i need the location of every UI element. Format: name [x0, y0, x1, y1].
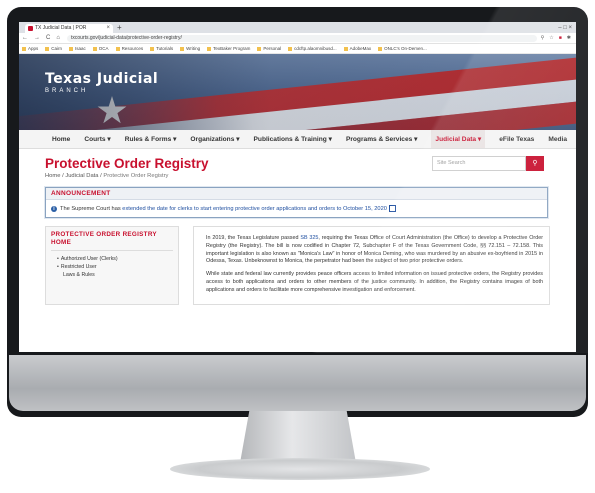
nav-organizations[interactable]: Organizations ▾	[190, 135, 239, 143]
page-title: Protective Order Registry	[45, 156, 209, 171]
paragraph-text: In 2019, the Texas Legislature passed	[206, 235, 301, 241]
sidebar-list: Authorized User (Clerks) Restricted User	[51, 255, 173, 271]
bookmarks-bar: Apps Cairn Isaac OCA Resources Tutorials…	[19, 44, 576, 54]
nav-efile-texas[interactable]: eFile Texas	[499, 136, 534, 143]
nav-programs-services[interactable]: Programs & Services ▾	[346, 135, 417, 143]
sidebar-item-restricted-user[interactable]: Restricted User	[57, 263, 173, 271]
window-controls[interactable]: – □ ×	[558, 23, 576, 33]
search-icon: ⚲	[532, 160, 538, 167]
paragraph-2: While state and federal law currently pr…	[206, 271, 543, 293]
sb325-link[interactable]: SB 325	[300, 235, 318, 241]
monitor-stand-neck	[240, 411, 356, 463]
folder-icon	[45, 46, 50, 51]
folder-icon	[92, 46, 97, 51]
address-bar-row: ← → C ⌂ txcourts.gov/judicial-data/prote…	[19, 33, 576, 44]
info-icon: i	[51, 206, 57, 212]
announcement-heading: ANNOUNCEMENT	[46, 188, 547, 200]
nav-home[interactable]: Home	[52, 136, 70, 143]
bookmark-item[interactable]: cdcftp.alaomnibusd...	[288, 46, 337, 51]
breadcrumb-judicial-data[interactable]: Judicial Data	[65, 173, 98, 179]
tab-bar: TX Judicial Data | POR × + – □ ×	[19, 22, 576, 33]
folder-icon	[22, 46, 26, 51]
content-columns: PROTECTIVE ORDER REGISTRY HOME Authorize…	[45, 226, 550, 305]
site-logo[interactable]: Texas Judicial BRANCH	[45, 71, 158, 94]
site-search: Site Search ⚲	[432, 156, 544, 171]
folder-icon	[288, 46, 293, 51]
bookmark-item[interactable]: AdobeMax	[343, 46, 371, 51]
browser-tab[interactable]: TX Judicial Data | POR ×	[25, 24, 113, 33]
site-logo-subtitle: BRANCH	[45, 88, 89, 94]
bookmark-item[interactable]: Apps	[22, 46, 38, 51]
bookmark-item[interactable]: ONLC's On-Demen...	[378, 46, 427, 51]
breadcrumb: Home / Judicial Data / Protective Order …	[45, 173, 550, 179]
breadcrumb-current: Protective Order Registry	[103, 173, 169, 179]
reload-icon[interactable]: C	[43, 35, 53, 41]
tab-title: TX Judicial Data | POR	[35, 25, 87, 31]
nav-rules-forms[interactable]: Rules & Forms ▾	[125, 135, 177, 143]
title-row: Protective Order Registry Site Search ⚲	[45, 156, 550, 171]
main-navigation: Home Courts ▾ Rules & Forms ▾ Organizati…	[19, 130, 576, 149]
folder-icon	[150, 46, 155, 51]
favicon-icon	[28, 26, 33, 31]
site-header-banner: Texas Judicial BRANCH	[19, 54, 576, 130]
external-link-icon	[388, 205, 396, 212]
bookmark-item[interactable]: OCA	[92, 46, 109, 51]
breadcrumb-home[interactable]: Home	[45, 173, 60, 179]
announcement-text: The Supreme Court has	[60, 206, 123, 212]
folder-icon	[69, 46, 74, 51]
sidebar-heading[interactable]: PROTECTIVE ORDER REGISTRY HOME	[51, 231, 173, 251]
back-icon[interactable]: ←	[19, 35, 31, 41]
new-tab-button[interactable]: +	[117, 23, 122, 33]
home-icon[interactable]: ⌂	[53, 35, 63, 41]
folder-icon	[257, 46, 262, 51]
sidebar-item-laws-rules[interactable]: Laws & Rules	[51, 271, 173, 279]
bookmark-item[interactable]: Isaac	[69, 46, 86, 51]
star-icon[interactable]: ☆	[549, 35, 553, 41]
bookmark-item[interactable]: TexBaker Program	[207, 46, 250, 51]
bookmark-item[interactable]: Writing	[180, 46, 200, 51]
close-tab-icon[interactable]: ×	[106, 24, 110, 33]
monitor-chin	[9, 355, 586, 411]
zoom-icon[interactable]: ⚲	[541, 35, 545, 41]
puzzle-icon[interactable]: ✱	[567, 35, 571, 41]
announcement-body: i The Supreme Court has extended the date…	[46, 200, 547, 217]
nav-media[interactable]: Media	[548, 136, 567, 143]
browser-window: TX Judicial Data | POR × + – □ × ← → C ⌂…	[19, 22, 576, 352]
folder-icon	[378, 46, 383, 51]
monitor-stand-base	[170, 458, 430, 480]
nav-publications-training[interactable]: Publications & Training ▾	[254, 135, 332, 143]
extension-icon[interactable]: ■	[559, 35, 562, 41]
bookmark-item[interactable]: Cairn	[45, 46, 62, 51]
site-logo-title: Texas Judicial	[45, 71, 159, 87]
search-button[interactable]: ⚲	[526, 156, 544, 171]
folder-icon	[180, 46, 185, 51]
bookmark-item[interactable]: Tutorials	[150, 46, 173, 51]
bookmark-item[interactable]: Personal	[257, 46, 281, 51]
folder-icon	[115, 46, 120, 51]
main-article: In 2019, the Texas Legislature passed SB…	[193, 226, 550, 305]
paragraph-1: In 2019, the Texas Legislature passed SB…	[206, 235, 543, 266]
announcement-link[interactable]: extended the date for clerks to start en…	[122, 206, 387, 212]
page-content: Protective Order Registry Site Search ⚲ …	[19, 156, 576, 305]
nav-courts[interactable]: Courts ▾	[84, 135, 110, 143]
url-field[interactable]: txcourts.gov/judicial-data/protective-or…	[66, 34, 537, 42]
sidebar-item-authorized-user[interactable]: Authorized User (Clerks)	[57, 255, 173, 263]
bookmark-item[interactable]: Resources	[115, 46, 143, 51]
folder-icon	[343, 46, 348, 51]
announcement-box: ANNOUNCEMENT i The Supreme Court has exte…	[45, 187, 548, 218]
toolbar-icons: ⚲ ☆ ■ ✱	[541, 35, 576, 41]
forward-icon[interactable]: →	[31, 35, 43, 41]
nav-judicial-data[interactable]: Judicial Data ▾	[431, 130, 486, 148]
folder-icon	[207, 46, 212, 51]
sidebar: PROTECTIVE ORDER REGISTRY HOME Authorize…	[45, 226, 179, 305]
search-input[interactable]: Site Search	[432, 156, 526, 171]
